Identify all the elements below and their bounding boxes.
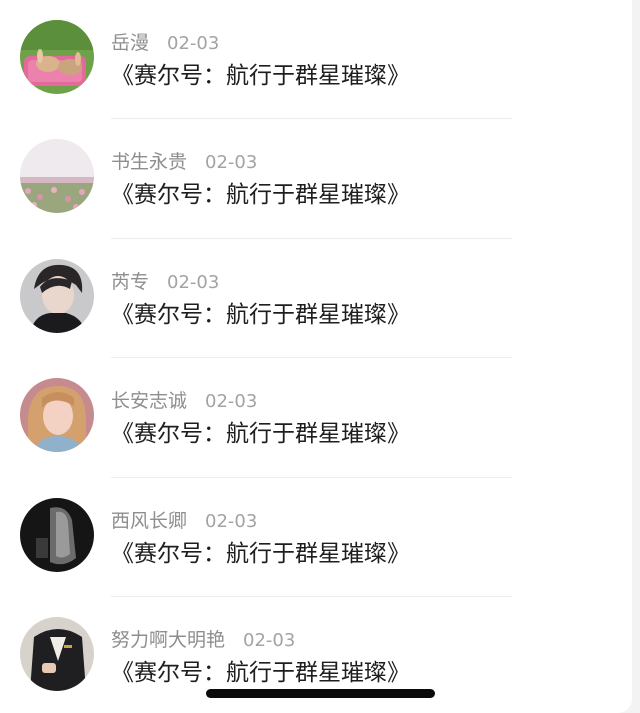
- message-date: 02-03: [243, 629, 296, 651]
- message-date: 02-03: [205, 391, 258, 413]
- list-item[interactable]: 芮专 02-03 《赛尔号：航行于群星璀璨》: [0, 239, 632, 359]
- message-meta: 西风长卿 02-03: [111, 506, 257, 532]
- sender-name: 西风长卿: [111, 509, 188, 532]
- avatar-image-person: [20, 258, 94, 333]
- sender-name: 芮专: [111, 270, 150, 293]
- sender-name: 长安志诚: [111, 390, 188, 413]
- sender-name: 努力啊大明艳: [111, 628, 226, 651]
- message-text: 《赛尔号：航行于群星璀璨》: [111, 182, 410, 209]
- avatar-image-rabbits: [20, 20, 94, 94]
- message-date: 02-03: [167, 33, 220, 54]
- sender-name: 岳漫: [111, 32, 150, 54]
- avatar[interactable]: [20, 20, 94, 94]
- message-meta: 书生永贵 02-03: [111, 147, 257, 173]
- message-meta: 芮专 02-03: [111, 267, 219, 293]
- home-indicator[interactable]: [206, 689, 435, 698]
- message-date: 02-03: [167, 271, 220, 293]
- avatar-image-flower-field: [20, 139, 94, 214]
- list-item[interactable]: 长安志诚 02-03 《赛尔号：航行于群星璀璨》: [0, 358, 632, 478]
- message-meta: 努力啊大明艳 02-03: [111, 625, 295, 651]
- list-item[interactable]: 西风长卿 02-03 《赛尔号：航行于群星璀璨》: [0, 478, 632, 597]
- avatar-image-person: [20, 378, 94, 453]
- message-date: 02-03: [205, 510, 258, 532]
- avatar-image-dark-photo: [20, 497, 94, 572]
- message-meta: 岳漫 02-03: [111, 28, 219, 54]
- avatar[interactable]: [20, 139, 94, 214]
- list-item[interactable]: 岳漫 02-03 《赛尔号：航行于群星璀璨》: [0, 0, 632, 120]
- message-list: 岳漫 02-03 《赛尔号：航行于群星璀璨》 书生永贵 02-03 《赛尔号：航…: [0, 0, 632, 713]
- message-text: 《赛尔号：航行于群星璀璨》: [111, 63, 410, 89]
- avatar-image-suit: [20, 616, 94, 691]
- avatar[interactable]: [20, 258, 94, 333]
- message-text: 《赛尔号：航行于群星璀璨》: [111, 421, 410, 448]
- avatar[interactable]: [20, 378, 94, 453]
- message-date: 02-03: [205, 152, 258, 174]
- message-meta: 长安志诚 02-03: [111, 386, 257, 412]
- message-text: 《赛尔号：航行于群星璀璨》: [111, 301, 410, 328]
- sender-name: 书生永贵: [111, 151, 188, 174]
- message-text: 《赛尔号：航行于群星璀璨》: [111, 540, 410, 567]
- avatar[interactable]: [20, 497, 94, 572]
- message-text: 《赛尔号：航行于群星璀璨》: [111, 659, 410, 686]
- avatar[interactable]: [20, 616, 94, 691]
- screen: 岳漫 02-03 《赛尔号：航行于群星璀璨》 书生永贵 02-03 《赛尔号：航…: [0, 0, 640, 713]
- list-item[interactable]: 书生永贵 02-03 《赛尔号：航行于群星璀璨》: [0, 119, 632, 239]
- message-list-card: 岳漫 02-03 《赛尔号：航行于群星璀璨》 书生永贵 02-03 《赛尔号：航…: [0, 0, 632, 713]
